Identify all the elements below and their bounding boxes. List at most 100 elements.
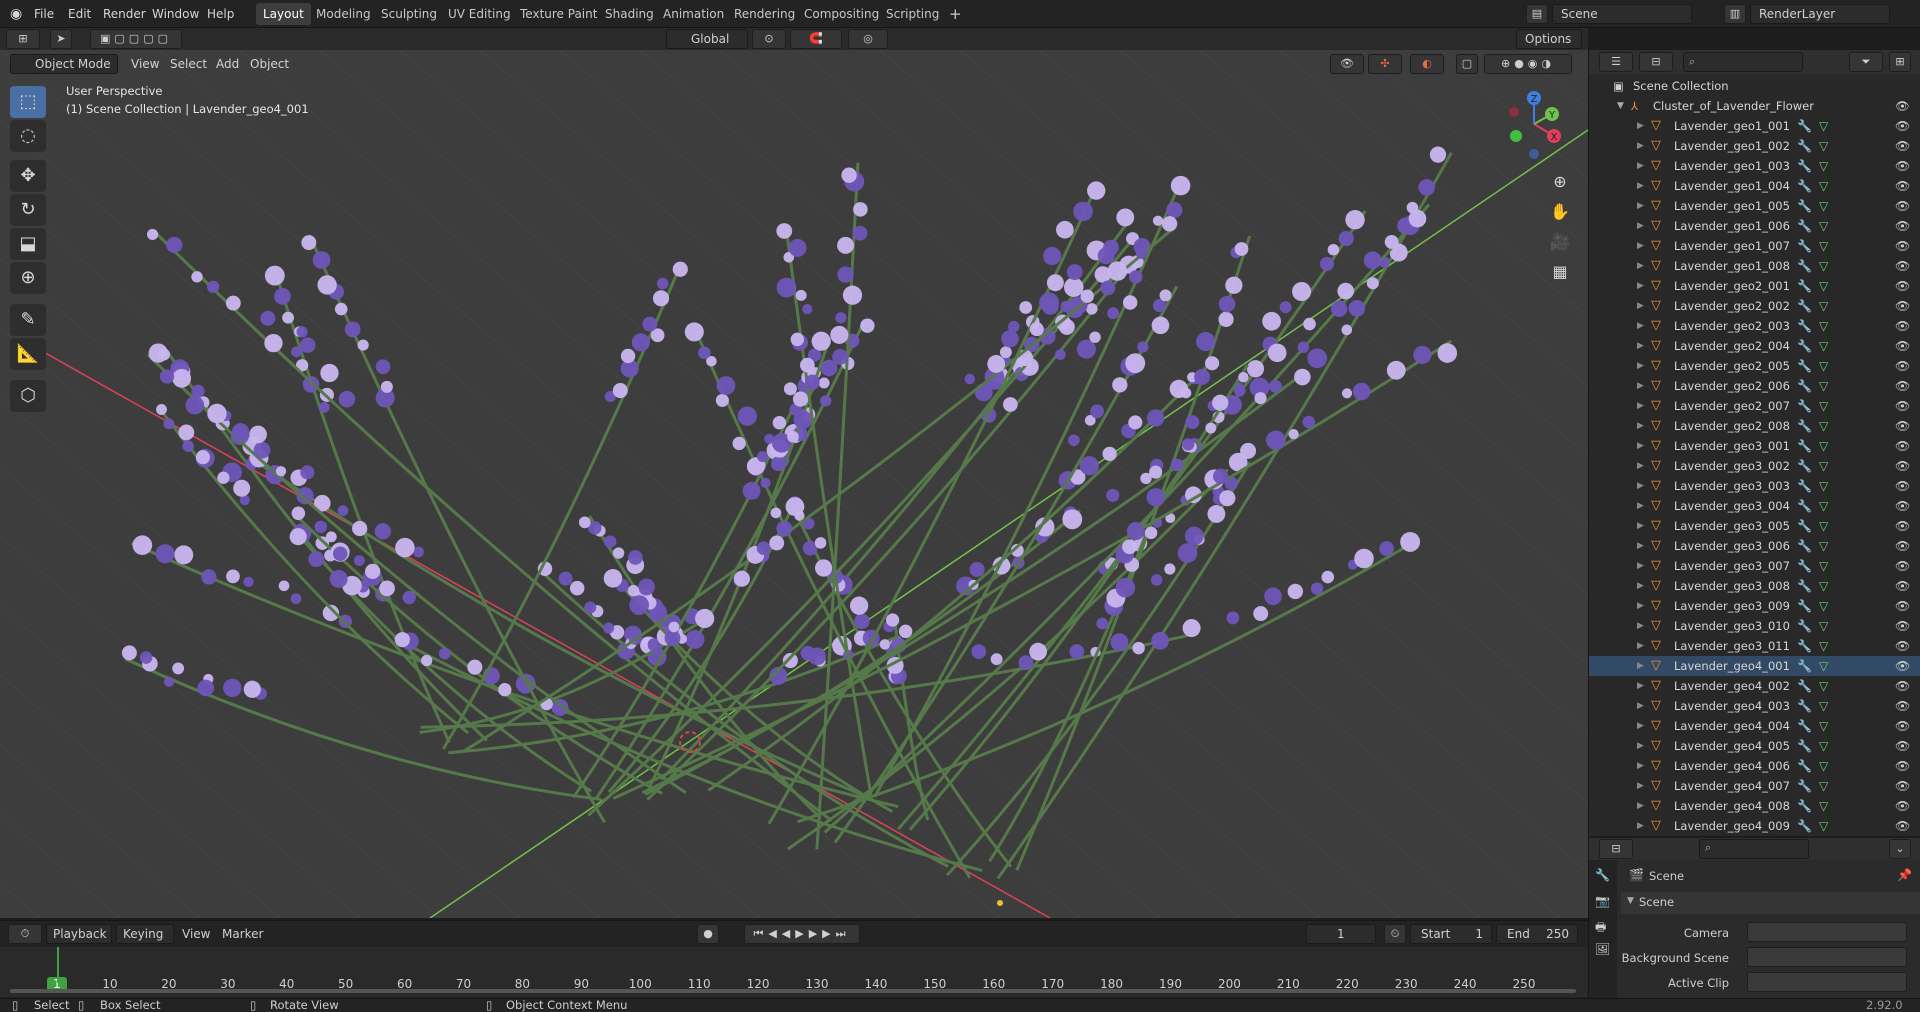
- menu-window[interactable]: Window: [152, 5, 199, 23]
- eye-icon[interactable]: 👁: [1895, 796, 1910, 816]
- scene-panel-header[interactable]: ▼ Scene: [1621, 892, 1920, 914]
- outliner-object-row[interactable]: ▶ ▽ Lavender_geo4_003 🔧 ▽ 👁: [1589, 696, 1920, 716]
- expand-icon[interactable]: ▶: [1637, 536, 1644, 556]
- expand-icon[interactable]: ▶: [1637, 796, 1644, 816]
- pivot-point-icon[interactable]: ⊙: [752, 29, 786, 49]
- modifier-wrench-icon[interactable]: 🔧: [1797, 316, 1812, 336]
- mesh-data-icon[interactable]: ▽: [1819, 636, 1828, 656]
- modifier-wrench-icon[interactable]: 🔧: [1797, 696, 1812, 716]
- expand-icon[interactable]: ▶: [1637, 676, 1644, 696]
- menu-edit[interactable]: Edit: [68, 5, 91, 23]
- tab-texture-paint[interactable]: Texture Paint: [513, 3, 604, 25]
- eye-icon[interactable]: 👁: [1895, 156, 1910, 176]
- transform-orientation-dropdown[interactable]: Global: [666, 29, 748, 49]
- expand-icon[interactable]: ▶: [1637, 756, 1644, 776]
- expand-icon[interactable]: ▶: [1637, 656, 1644, 676]
- eye-icon[interactable]: 👁: [1895, 276, 1910, 296]
- modifier-wrench-icon[interactable]: 🔧: [1797, 636, 1812, 656]
- eye-icon[interactable]: 👁: [1895, 776, 1910, 796]
- measure-icon[interactable]: 📐: [10, 338, 46, 370]
- expand-icon[interactable]: ▶: [1637, 576, 1644, 596]
- mesh-data-icon[interactable]: ▽: [1819, 156, 1828, 176]
- expand-icon[interactable]: ▶: [1637, 476, 1644, 496]
- navigation-gizmo[interactable]: X Y Z: [1494, 84, 1574, 164]
- outliner-object-row[interactable]: ▶ ▽ Lavender_geo1_005 🔧 ▽ 👁: [1589, 196, 1920, 216]
- view-layer-selector[interactable]: RenderLayer: [1750, 4, 1890, 24]
- expand-icon[interactable]: ▶: [1637, 176, 1644, 196]
- expand-icon[interactable]: ▶: [1637, 236, 1644, 256]
- outliner-object-row[interactable]: ▶ ▽ Lavender_geo1_003 🔧 ▽ 👁: [1589, 156, 1920, 176]
- tab-uv-editing[interactable]: UV Editing: [441, 3, 518, 25]
- mesh-data-icon[interactable]: ▽: [1819, 236, 1828, 256]
- eye-icon[interactable]: 👁: [1895, 576, 1910, 596]
- eye-icon[interactable]: 👁: [1895, 596, 1910, 616]
- expand-icon[interactable]: ▶: [1637, 396, 1644, 416]
- playback-dropdown[interactable]: Playback: [46, 924, 112, 944]
- outliner-object-row[interactable]: ▶ ▽ Lavender_geo1_001 🔧 ▽ 👁: [1589, 116, 1920, 136]
- menu-render[interactable]: Render: [103, 5, 146, 23]
- expand-icon[interactable]: ▶: [1637, 196, 1644, 216]
- outliner-object-row[interactable]: ▶ ▽ Lavender_geo3_002 🔧 ▽ 👁: [1589, 456, 1920, 476]
- expand-icon[interactable]: ▶: [1637, 736, 1644, 756]
- mesh-data-icon[interactable]: ▽: [1819, 496, 1828, 516]
- expand-icon[interactable]: ▶: [1637, 276, 1644, 296]
- eye-icon[interactable]: 👁: [1895, 756, 1910, 776]
- eye-icon[interactable]: 👁: [1895, 176, 1910, 196]
- blender-logo-icon[interactable]: ◉: [10, 5, 22, 23]
- select-tool-icon[interactable]: ➤: [50, 29, 72, 49]
- modifier-wrench-icon[interactable]: 🔧: [1797, 176, 1812, 196]
- mesh-data-icon[interactable]: ▽: [1819, 276, 1828, 296]
- expand-icon[interactable]: ▶: [1637, 416, 1644, 436]
- tab-modeling[interactable]: Modeling: [309, 3, 378, 25]
- outliner-object-row[interactable]: ▶ ▽ Lavender_geo2_006 🔧 ▽ 👁: [1589, 376, 1920, 396]
- expand-icon[interactable]: ▶: [1637, 436, 1644, 456]
- vp-menu-add[interactable]: Add: [216, 55, 239, 73]
- eye-icon[interactable]: 👁: [1895, 356, 1910, 376]
- timeline-editor-icon[interactable]: ⏱: [8, 924, 42, 944]
- playback-controls-icons[interactable]: ⏮◀◀▶▶▶⏭: [744, 924, 860, 944]
- mesh-data-icon[interactable]: ▽: [1819, 416, 1828, 436]
- mesh-data-icon[interactable]: ▽: [1819, 556, 1828, 576]
- outliner-object-row[interactable]: ▶ ▽ Lavender_geo1_004 🔧 ▽ 👁: [1589, 176, 1920, 196]
- record-icon[interactable]: ●: [697, 924, 719, 944]
- mesh-data-icon[interactable]: ▽: [1819, 336, 1828, 356]
- outliner-object-row[interactable]: ▶ ▽ Lavender_geo4_004 🔧 ▽ 👁: [1589, 716, 1920, 736]
- keying-dropdown[interactable]: Keying: [116, 924, 174, 944]
- expand-icon[interactable]: ▶: [1637, 716, 1644, 736]
- modifier-wrench-icon[interactable]: 🔧: [1797, 496, 1812, 516]
- mesh-data-icon[interactable]: ▽: [1819, 596, 1828, 616]
- vp-menu-object[interactable]: Object: [250, 55, 289, 73]
- modifier-wrench-icon[interactable]: 🔧: [1797, 676, 1812, 696]
- expand-icon[interactable]: ▶: [1637, 296, 1644, 316]
- timeline-menu-marker[interactable]: Marker: [222, 924, 263, 944]
- mesh-data-icon[interactable]: ▽: [1819, 676, 1828, 696]
- modifier-wrench-icon[interactable]: 🔧: [1797, 756, 1812, 776]
- modifier-wrench-icon[interactable]: 🔧: [1797, 716, 1812, 736]
- mesh-data-icon[interactable]: ▽: [1819, 436, 1828, 456]
- outliner-object-row[interactable]: ▶ ▽ Lavender_geo3_010 🔧 ▽ 👁: [1589, 616, 1920, 636]
- mesh-data-icon[interactable]: ▽: [1819, 796, 1828, 816]
- expand-icon[interactable]: ▶: [1637, 316, 1644, 336]
- mesh-data-icon[interactable]: ▽: [1819, 256, 1828, 276]
- eye-icon[interactable]: 👁: [1895, 516, 1910, 536]
- outliner-search-input[interactable]: [1683, 52, 1803, 72]
- eye-icon[interactable]: 👁: [1895, 396, 1910, 416]
- mesh-data-icon[interactable]: ▽: [1819, 176, 1828, 196]
- editor-type-icon[interactable]: ⊞: [6, 29, 40, 49]
- modifier-wrench-icon[interactable]: 🔧: [1797, 356, 1812, 376]
- timeline-track[interactable]: 1 10 20 30 40 50 60 70 80 90 100 110 120 130 140 150 160…: [0, 947, 1588, 997]
- modifier-wrench-icon[interactable]: 🔧: [1797, 776, 1812, 796]
- outliner-object-row[interactable]: ▶ ▽ Lavender_geo2_005 🔧 ▽ 👁: [1589, 356, 1920, 376]
- overlays-icon[interactable]: ◐: [1410, 54, 1444, 74]
- outliner-object-row[interactable]: ▶ ▽ Lavender_geo4_005 🔧 ▽ 👁: [1589, 736, 1920, 756]
- eye-icon[interactable]: 👁: [1895, 236, 1910, 256]
- use-preview-range-icon[interactable]: ⏲: [1384, 924, 1406, 944]
- outliner-object-row[interactable]: ▶ ▽ Lavender_geo2_001 🔧 ▽ 👁: [1589, 276, 1920, 296]
- modifier-wrench-icon[interactable]: 🔧: [1797, 236, 1812, 256]
- eye-icon[interactable]: 👁: [1895, 376, 1910, 396]
- scale-icon[interactable]: ⬓: [10, 228, 46, 260]
- mesh-data-icon[interactable]: ▽: [1819, 396, 1828, 416]
- eye-icon[interactable]: 👁: [1895, 656, 1910, 676]
- modifier-wrench-icon[interactable]: 🔧: [1797, 376, 1812, 396]
- modifier-wrench-icon[interactable]: 🔧: [1797, 296, 1812, 316]
